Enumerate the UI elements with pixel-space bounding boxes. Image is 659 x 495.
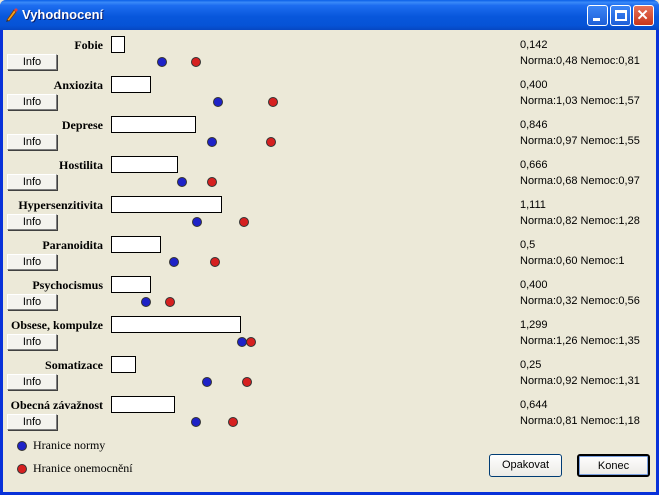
row-label: Psychocismus — [32, 278, 103, 292]
sick-threshold-dot — [242, 377, 252, 387]
norm-thresholds-text: Norma:0,82 Nemoc:1,28 — [520, 215, 640, 227]
score-bar — [111, 316, 241, 333]
norm-threshold-dot — [169, 257, 179, 267]
norm-thresholds-text: Norma:0,68 Nemoc:0,97 — [520, 175, 640, 187]
sick-threshold-dot — [207, 177, 217, 187]
score-bar — [111, 156, 178, 173]
sick-threshold-dot — [266, 137, 276, 147]
maximize-icon — [615, 10, 627, 21]
sick-threshold-dot — [165, 297, 175, 307]
norm-threshold-dot — [141, 297, 151, 307]
score-value: 1,299 — [520, 319, 548, 331]
legend-norm-label: Hranice normy — [33, 438, 106, 452]
norm-thresholds-text: Norma:1,26 Nemoc:1,35 — [520, 335, 640, 347]
dialog-window: Vyhodnocení Fobie Info 0,142 Norma:0,48 Nem… — [0, 0, 659, 495]
app-icon — [6, 8, 18, 22]
row-label: Anxiozita — [53, 78, 103, 92]
info-button[interactable]: Info — [7, 374, 57, 390]
score-bar — [111, 76, 151, 93]
score-bar — [111, 356, 136, 373]
score-value: 0,400 — [520, 79, 548, 91]
norm-threshold-dot — [177, 177, 187, 187]
legend-sick-label: Hranice onemocnění — [33, 461, 133, 475]
score-value: 0,5 — [520, 239, 536, 251]
info-button[interactable]: Info — [7, 294, 57, 310]
end-button[interactable]: Konec — [577, 454, 650, 477]
norm-threshold-dot — [213, 97, 223, 107]
score-bar — [111, 36, 125, 53]
row-label: Hostilita — [59, 158, 103, 172]
norm-threshold-dot — [191, 417, 201, 427]
close-icon — [637, 9, 648, 20]
score-value: 0,400 — [520, 279, 548, 291]
score-value: 0,666 — [520, 159, 548, 171]
maximize-button[interactable] — [610, 5, 631, 26]
sick-threshold-dot — [246, 337, 256, 347]
legend-norm-dot — [17, 441, 27, 451]
info-button[interactable]: Info — [7, 134, 57, 150]
info-button[interactable]: Info — [7, 94, 57, 110]
score-bar — [111, 236, 161, 253]
row-label: Obsese, kompulze — [10, 318, 103, 332]
row-label: Paranoidita — [42, 238, 103, 252]
score-bar — [111, 116, 196, 133]
sick-threshold-dot — [228, 417, 238, 427]
info-button[interactable]: Info — [7, 334, 57, 350]
sick-threshold-dot — [239, 217, 249, 227]
score-value: 0,142 — [520, 39, 548, 51]
norm-thresholds-text: Norma:0,60 Nemoc:1 — [520, 255, 625, 267]
sick-threshold-dot — [268, 97, 278, 107]
row-label: Somatizace — [45, 358, 103, 372]
row-label: Obecná závažnost — [10, 398, 103, 412]
sick-threshold-dot — [191, 57, 201, 67]
repeat-button[interactable]: Opakovat — [489, 454, 562, 477]
window-title: Vyhodnocení — [22, 7, 104, 22]
score-bar — [111, 396, 175, 413]
norm-thresholds-text: Norma:0,92 Nemoc:1,31 — [520, 375, 640, 387]
norm-thresholds-text: Norma:0,48 Nemoc:0,81 — [520, 55, 640, 67]
row-label: Fobie — [74, 38, 103, 52]
score-value: 1,111 — [520, 199, 546, 211]
score-value: 0,846 — [520, 119, 548, 131]
legend-sick-dot — [17, 464, 27, 474]
info-button[interactable]: Info — [7, 214, 57, 230]
norm-thresholds-text: Norma:0,97 Nemoc:1,55 — [520, 135, 640, 147]
score-value: 0,644 — [520, 399, 548, 411]
content-area: Fobie Info 0,142 Norma:0,48 Nemoc:0,81 Anxio… — [3, 27, 656, 492]
score-value: 0,25 — [520, 359, 542, 371]
row-label: Hypersenzitivita — [18, 198, 103, 212]
norm-threshold-dot — [207, 137, 217, 147]
norm-thresholds-text: Norma:1,03 Nemoc:1,57 — [520, 95, 640, 107]
norm-threshold-dot — [157, 57, 167, 67]
norm-threshold-dot — [202, 377, 212, 387]
info-button[interactable]: Info — [7, 54, 57, 70]
norm-thresholds-text: Norma:0,32 Nemoc:0,56 — [520, 295, 640, 307]
row-label: Deprese — [61, 118, 103, 132]
info-button[interactable]: Info — [7, 254, 57, 270]
sick-threshold-dot — [210, 257, 220, 267]
score-bar — [111, 196, 222, 213]
info-button[interactable]: Info — [7, 414, 57, 430]
norm-threshold-dot — [192, 217, 202, 227]
close-button[interactable] — [633, 5, 654, 26]
minimize-icon — [593, 18, 600, 21]
title-bar[interactable]: Vyhodnocení — [0, 0, 659, 30]
score-bar — [111, 276, 151, 293]
norm-thresholds-text: Norma:0,81 Nemoc:1,18 — [520, 415, 640, 427]
info-button[interactable]: Info — [7, 174, 57, 190]
minimize-button[interactable] — [587, 5, 608, 26]
